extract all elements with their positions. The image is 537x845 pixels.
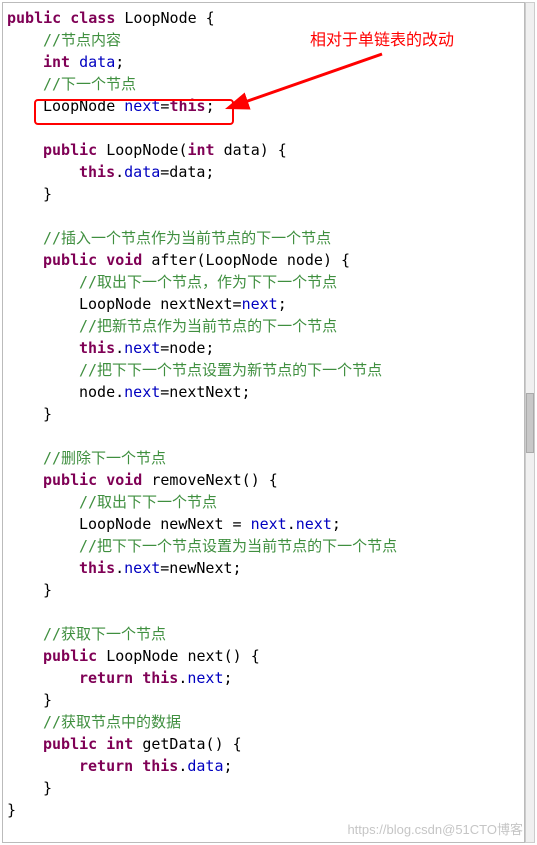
code-line: node.next=nextNext; (7, 381, 520, 403)
blank-line (7, 601, 520, 623)
code-line: //下一个节点 (7, 73, 520, 95)
code-line: } (7, 403, 520, 425)
code-line: //删除下一个节点 (7, 447, 520, 469)
code-line: //插入一个节点作为当前节点的下一个节点 (7, 227, 520, 249)
code-line: } (7, 689, 520, 711)
code-line: //获取下一个节点 (7, 623, 520, 645)
code-editor-panel: public class LoopNode { //节点内容 int data;… (2, 2, 525, 843)
annotation-label: 相对于单链表的改动 (310, 30, 454, 52)
code-line: } (7, 579, 520, 601)
blank-line (7, 425, 520, 447)
blank-line (7, 205, 520, 227)
code-line: LoopNode newNext = next.next; (7, 513, 520, 535)
code-line: //取出下下一个节点 (7, 491, 520, 513)
code-line: //取出下一个节点，作为下下一个节点 (7, 271, 520, 293)
code-line: } (7, 183, 520, 205)
code-line: public class LoopNode { (7, 7, 520, 29)
code-body: public class LoopNode { //节点内容 int data;… (3, 3, 524, 825)
code-line: //把新节点作为当前节点的下一个节点 (7, 315, 520, 337)
code-line: this.next=node; (7, 337, 520, 359)
highlight-box (34, 99, 234, 125)
code-line: public void after(LoopNode node) { (7, 249, 520, 271)
code-line: public int getData() { (7, 733, 520, 755)
code-line: this.next=newNext; (7, 557, 520, 579)
code-line: } (7, 799, 520, 821)
code-line: public LoopNode(int data) { (7, 139, 520, 161)
code-line: } (7, 777, 520, 799)
code-line: public LoopNode next() { (7, 645, 520, 667)
code-line: return this.data; (7, 755, 520, 777)
code-line: LoopNode nextNext=next; (7, 293, 520, 315)
code-line: //把下下一个节点设置为新节点的下一个节点 (7, 359, 520, 381)
scrollbar-track[interactable] (525, 2, 535, 843)
code-line: //把下下一个节点设置为当前节点的下一个节点 (7, 535, 520, 557)
code-line: int data; (7, 51, 520, 73)
code-line: this.data=data; (7, 161, 520, 183)
code-line: return this.next; (7, 667, 520, 689)
code-line: //获取节点中的数据 (7, 711, 520, 733)
scrollbar-thumb[interactable] (526, 393, 534, 453)
code-line: public void removeNext() { (7, 469, 520, 491)
